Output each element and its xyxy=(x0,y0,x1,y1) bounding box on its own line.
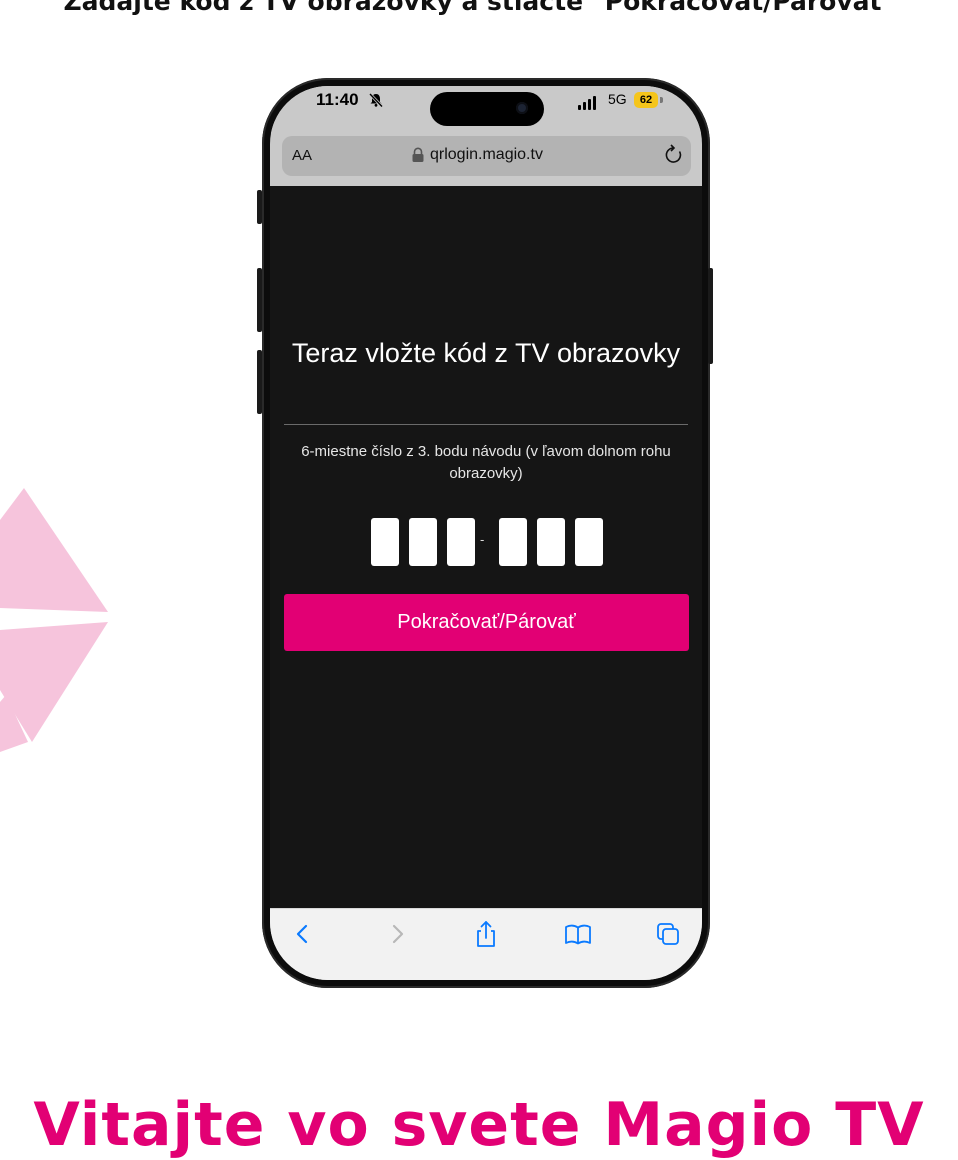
code-digit-3[interactable] xyxy=(447,518,475,566)
phone-screen: 11:40 5G 62 AA qrlogin.magio.tv Teraz vl… xyxy=(270,86,702,980)
welcome-heading: Vitajte vo svete Magio TV xyxy=(33,1090,925,1160)
bell-slash-icon xyxy=(368,92,384,111)
share-icon[interactable] xyxy=(471,919,501,949)
address-bar[interactable]: AA qrlogin.magio.tv xyxy=(282,136,691,176)
volume-up-button xyxy=(257,268,262,332)
url-text[interactable]: qrlogin.magio.tv xyxy=(430,146,543,164)
battery-icon: 62 xyxy=(634,92,658,108)
code-instruction: 6-miestne číslo z 3. bodu návodu (v ľavo… xyxy=(301,443,671,482)
page-heading: Teraz vložte kód z TV obrazovky xyxy=(291,338,681,368)
network-type: 5G xyxy=(608,91,627,107)
code-digit-4[interactable] xyxy=(499,518,527,566)
front-camera xyxy=(516,102,528,114)
decorative-gem-shape xyxy=(0,488,108,752)
signal-bars-icon xyxy=(578,96,596,110)
power-button xyxy=(708,268,713,364)
book-icon[interactable] xyxy=(563,919,593,949)
reload-icon[interactable] xyxy=(664,144,684,172)
status-time: 11:40 xyxy=(316,90,359,109)
code-digit-2[interactable] xyxy=(409,518,437,566)
code-digit-5[interactable] xyxy=(537,518,565,566)
volume-down-button xyxy=(257,350,262,414)
heading-divider xyxy=(284,424,688,425)
chevron-right-icon[interactable] xyxy=(382,919,412,949)
web-page: Teraz vložte kód z TV obrazovky 6-miestn… xyxy=(270,186,702,908)
silent-switch xyxy=(257,190,262,224)
code-separator: - xyxy=(480,532,485,547)
code-digit-6[interactable] xyxy=(575,518,603,566)
text-size-button[interactable]: AA xyxy=(292,147,312,164)
status-bar: 11:40 5G 62 xyxy=(270,86,702,134)
lock-icon xyxy=(411,147,425,163)
browser-toolbar xyxy=(270,908,702,980)
chevron-left-icon[interactable] xyxy=(288,919,318,949)
battery-tip xyxy=(660,97,663,103)
code-digit-1[interactable] xyxy=(371,518,399,566)
continue-pair-button[interactable]: Pokračovať/Párovať xyxy=(284,594,689,651)
tabs-icon[interactable] xyxy=(653,919,683,949)
instruction-caption: Zadajte kód z TV obrazovky a stlačte "Po… xyxy=(63,0,895,16)
